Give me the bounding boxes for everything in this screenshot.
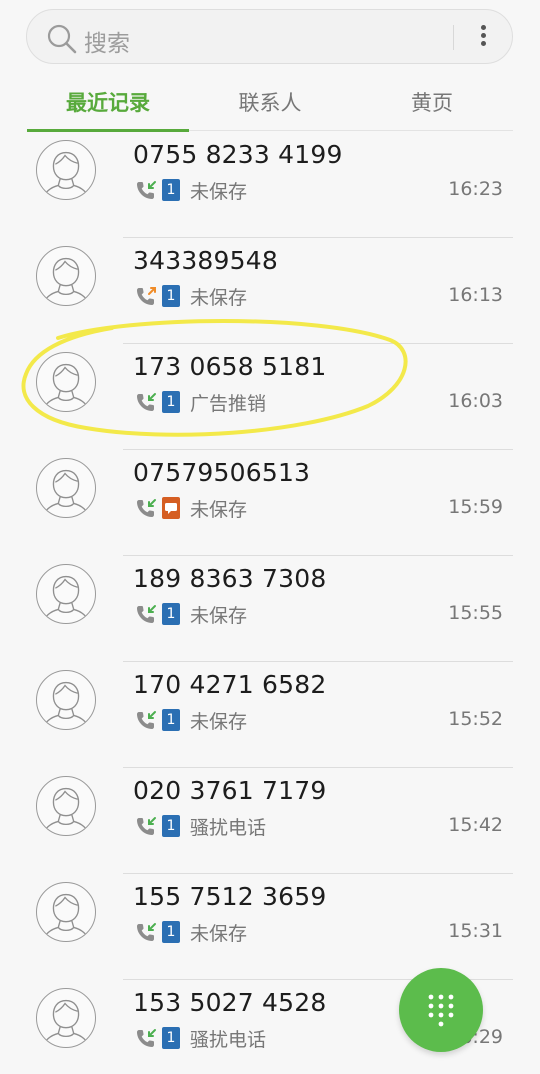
outgoing-call-icon — [135, 285, 157, 307]
call-log-row[interactable]: 0755 8233 4199 1 未保存 16:23 — [0, 132, 540, 238]
phone-number: 155 7512 3659 — [133, 882, 327, 911]
sim-badge-icon: 1 — [162, 1027, 180, 1049]
incoming-call-icon — [135, 709, 157, 731]
call-time: 15:31 — [448, 920, 503, 942]
phone-number: 173 0658 5181 — [133, 352, 327, 381]
call-log-row[interactable]: 155 7512 3659 1 未保存 15:31 — [0, 874, 540, 980]
call-status-label: 广告推销 — [190, 392, 267, 415]
call-log-row[interactable]: 07579506513 未保存 15:59 — [0, 450, 540, 556]
search-input[interactable]: 搜索 — [84, 24, 130, 58]
search-bar[interactable]: 搜索 — [26, 9, 513, 64]
incoming-call-icon — [135, 497, 157, 519]
call-meta: 1 未保存 — [135, 920, 248, 945]
search-divider — [453, 25, 454, 50]
phone-number: 07579506513 — [133, 458, 311, 487]
sim-badge-icon: 1 — [162, 391, 180, 413]
call-time: 15:55 — [448, 602, 503, 624]
person-avatar-icon[interactable] — [36, 988, 96, 1048]
phone-number: 343389548 — [133, 246, 278, 275]
call-log-row[interactable]: 189 8363 7308 1 未保存 15:55 — [0, 556, 540, 662]
call-meta: 1 未保存 — [135, 284, 248, 309]
incoming-call-icon — [135, 815, 157, 837]
call-status-label: 未保存 — [190, 286, 248, 309]
call-status-label: 未保存 — [190, 922, 248, 945]
call-time: 16:13 — [448, 284, 503, 306]
call-meta: 1 骚扰电话 — [135, 814, 267, 839]
call-status-label: 未保存 — [190, 604, 248, 627]
call-meta: 1 广告推销 — [135, 390, 267, 415]
incoming-call-icon — [135, 1027, 157, 1049]
tab-contacts[interactable]: 联系人 — [189, 80, 351, 132]
phone-number: 153 5027 4528 — [133, 988, 327, 1017]
call-time: 15:52 — [448, 708, 503, 730]
call-log-row[interactable]: 170 4271 6582 1 未保存 15:52 — [0, 662, 540, 768]
call-status-label: 未保存 — [190, 498, 248, 521]
person-avatar-icon[interactable] — [36, 352, 96, 412]
more-options-icon[interactable] — [474, 22, 492, 52]
incoming-call-icon — [135, 603, 157, 625]
call-status-label: 未保存 — [190, 710, 248, 733]
tab-bar: 最近记录 联系人 黄页 — [27, 80, 513, 132]
sim-badge-icon: 1 — [162, 921, 180, 943]
sim-badge-icon: 1 — [162, 603, 180, 625]
call-status-label: 骚扰电话 — [190, 816, 267, 839]
tab-yellow-pages[interactable]: 黄页 — [351, 80, 513, 132]
person-avatar-icon[interactable] — [36, 140, 96, 200]
call-meta: 1 未保存 — [135, 178, 248, 203]
incoming-call-icon — [135, 179, 157, 201]
call-meta: 未保存 — [135, 496, 248, 521]
tab-recents[interactable]: 最近记录 — [27, 80, 189, 132]
sim-badge-icon: 1 — [162, 285, 180, 307]
phone-number: 0755 8233 4199 — [133, 140, 343, 169]
sim-badge-icon: 1 — [162, 179, 180, 201]
call-log-row[interactable]: 173 0658 5181 1 广告推销 16:03 — [0, 344, 540, 450]
sim-badge-icon: 1 — [162, 709, 180, 731]
phone-number: 170 4271 6582 — [133, 670, 327, 699]
call-log-list: 0755 8233 4199 1 未保存 16:23 343389548 1 未保存 16:1… — [0, 132, 540, 1074]
tab-divider — [189, 130, 513, 131]
call-status-label: 未保存 — [190, 180, 248, 203]
phone-number: 189 8363 7308 — [133, 564, 327, 593]
call-status-label: 骚扰电话 — [190, 1028, 267, 1051]
person-avatar-icon[interactable] — [36, 776, 96, 836]
call-time: 15:42 — [448, 814, 503, 836]
dialpad-icon — [428, 994, 454, 1027]
incoming-call-icon — [135, 391, 157, 413]
call-time: 15:59 — [448, 496, 503, 518]
phone-number: 020 3761 7179 — [133, 776, 327, 805]
message-badge-icon — [162, 497, 180, 519]
sim-badge-icon: 1 — [162, 815, 180, 837]
person-avatar-icon[interactable] — [36, 670, 96, 730]
dialpad-button[interactable] — [399, 968, 483, 1052]
call-meta: 1 未保存 — [135, 602, 248, 627]
call-time: 16:23 — [448, 178, 503, 200]
call-meta: 1 骚扰电话 — [135, 1026, 267, 1051]
person-avatar-icon[interactable] — [36, 564, 96, 624]
call-log-row[interactable]: 343389548 1 未保存 16:13 — [0, 238, 540, 344]
call-log-row[interactable]: 020 3761 7179 1 骚扰电话 15:42 — [0, 768, 540, 874]
incoming-call-icon — [135, 921, 157, 943]
search-icon — [47, 24, 77, 54]
person-avatar-icon[interactable] — [36, 246, 96, 306]
call-meta: 1 未保存 — [135, 708, 248, 733]
person-avatar-icon[interactable] — [36, 882, 96, 942]
person-avatar-icon[interactable] — [36, 458, 96, 518]
call-time: 16:03 — [448, 390, 503, 412]
